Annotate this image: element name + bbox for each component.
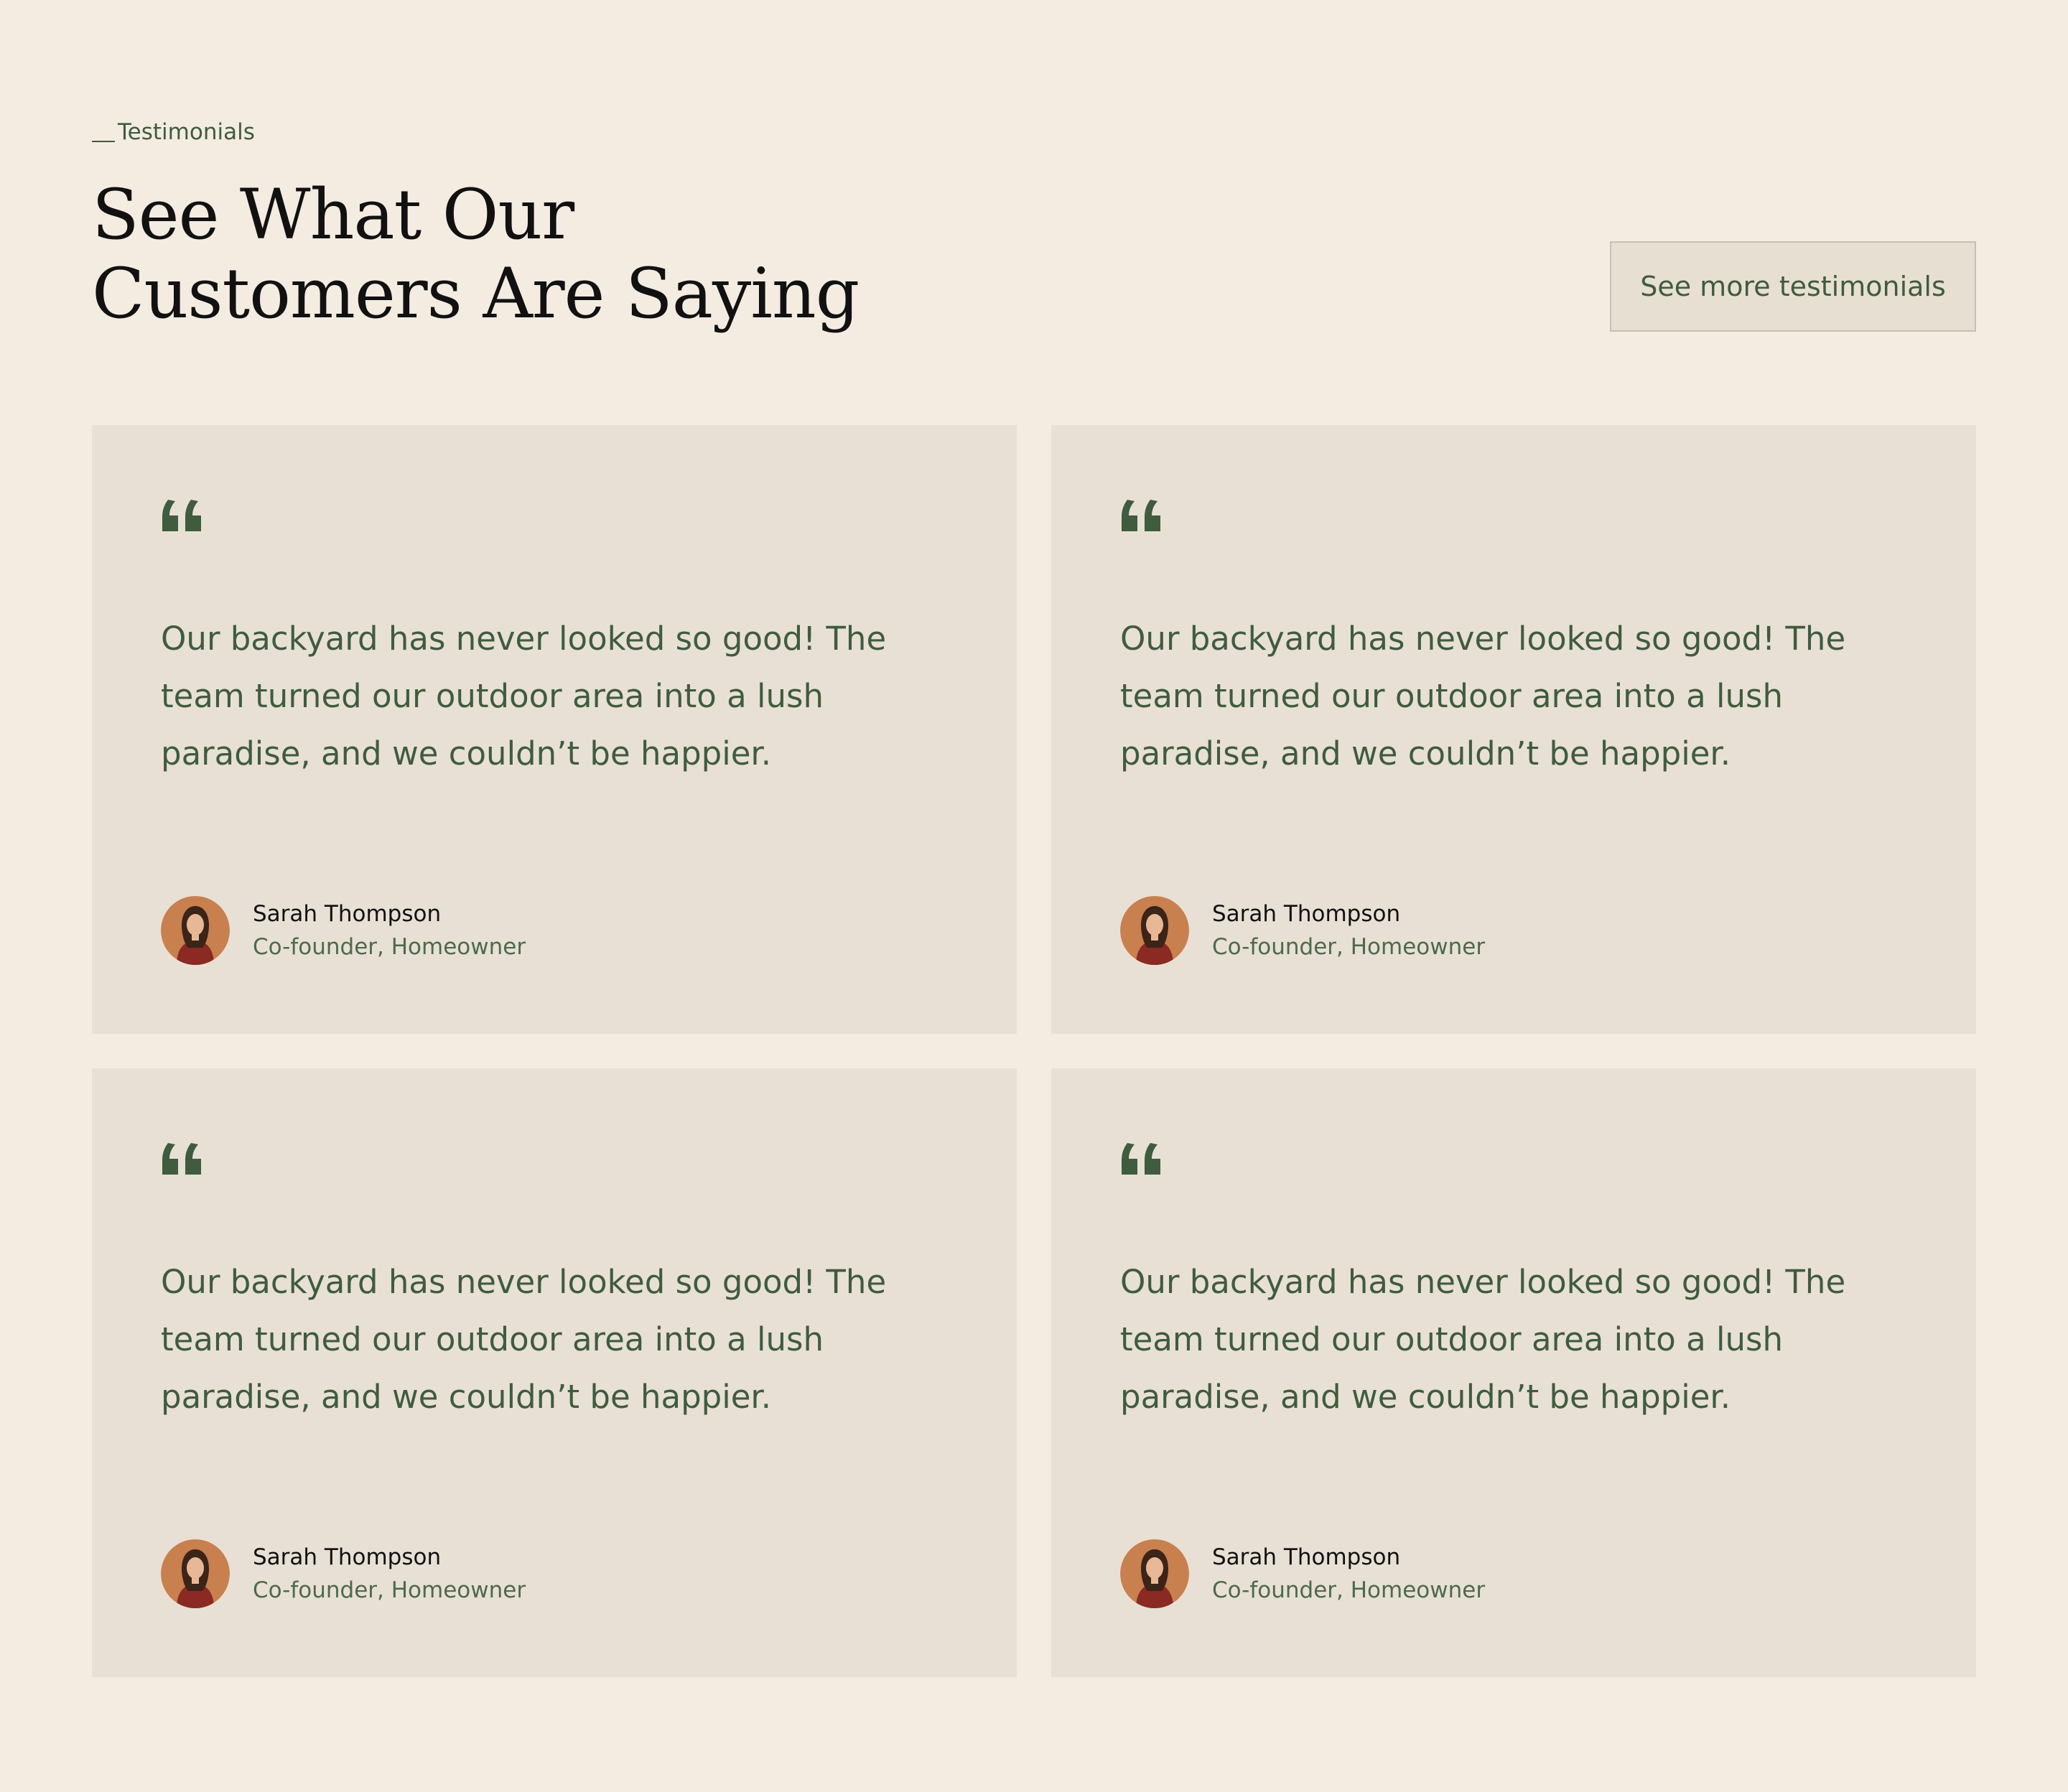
author-role: Co-founder, Homeowner — [253, 934, 526, 960]
author-role: Co-founder, Homeowner — [1212, 1577, 1486, 1603]
author-name: Sarah Thompson — [253, 901, 442, 927]
quote-icon — [162, 500, 201, 531]
testimonial-author: Sarah Thompson Co-founder, Homeowner — [161, 896, 526, 965]
testimonial-quote: Our backyard has never looked so good! T… — [1120, 1263, 1846, 1416]
quote-icon — [162, 1143, 201, 1175]
testimonial-quote: Our backyard has never looked so good! T… — [1120, 620, 1846, 773]
author-name: Sarah Thompson — [253, 1544, 442, 1570]
eyebrow-label: Testimonials — [118, 119, 255, 145]
avatar — [1120, 1539, 1189, 1608]
testimonial-author: Sarah Thompson Co-founder, Homeowner — [1120, 896, 1485, 965]
testimonials-grid: Our backyard has never looked so good! T… — [92, 425, 1976, 1677]
avatar — [1120, 896, 1189, 965]
section-title-line-1: See What Our — [92, 174, 574, 255]
section-title-line-2: Customers Are Saying — [92, 253, 860, 334]
testimonial-card: Our backyard has never looked so good! T… — [92, 1068, 1017, 1677]
section-eyebrow: Testimonials — [92, 118, 255, 146]
see-more-testimonials-button[interactable]: See more testimonials — [1610, 241, 1976, 332]
section-title: See What Our Customers Are Saying — [92, 175, 882, 333]
testimonial-card: Our backyard has never looked so good! T… — [1051, 1068, 1976, 1677]
author-role: Co-founder, Homeowner — [1212, 934, 1486, 960]
author-info: Sarah Thompson Co-founder, Homeowner — [253, 897, 526, 963]
author-name: Sarah Thompson — [1212, 901, 1401, 927]
eyebrow-dash — [92, 141, 115, 142]
testimonial-card: Our backyard has never looked so good! T… — [92, 425, 1017, 1034]
testimonial-card: Our backyard has never looked so good! T… — [1051, 425, 1976, 1034]
testimonial-author: Sarah Thompson Co-founder, Homeowner — [161, 1539, 526, 1608]
author-name: Sarah Thompson — [1212, 1544, 1401, 1570]
testimonial-author: Sarah Thompson Co-founder, Homeowner — [1120, 1539, 1485, 1608]
author-role: Co-founder, Homeowner — [253, 1577, 526, 1603]
avatar — [161, 896, 230, 965]
avatar — [161, 1539, 230, 1608]
author-info: Sarah Thompson Co-founder, Homeowner — [1212, 1541, 1485, 1607]
author-info: Sarah Thompson Co-founder, Homeowner — [253, 1541, 526, 1607]
testimonials-section: Testimonials See What Our Customers Are … — [92, 0, 1976, 1792]
testimonial-quote: Our backyard has never looked so good! T… — [161, 1263, 887, 1416]
testimonial-quote: Our backyard has never looked so good! T… — [161, 620, 887, 773]
quote-icon — [1122, 1143, 1160, 1175]
author-info: Sarah Thompson Co-founder, Homeowner — [1212, 897, 1485, 963]
quote-icon — [1122, 500, 1160, 531]
